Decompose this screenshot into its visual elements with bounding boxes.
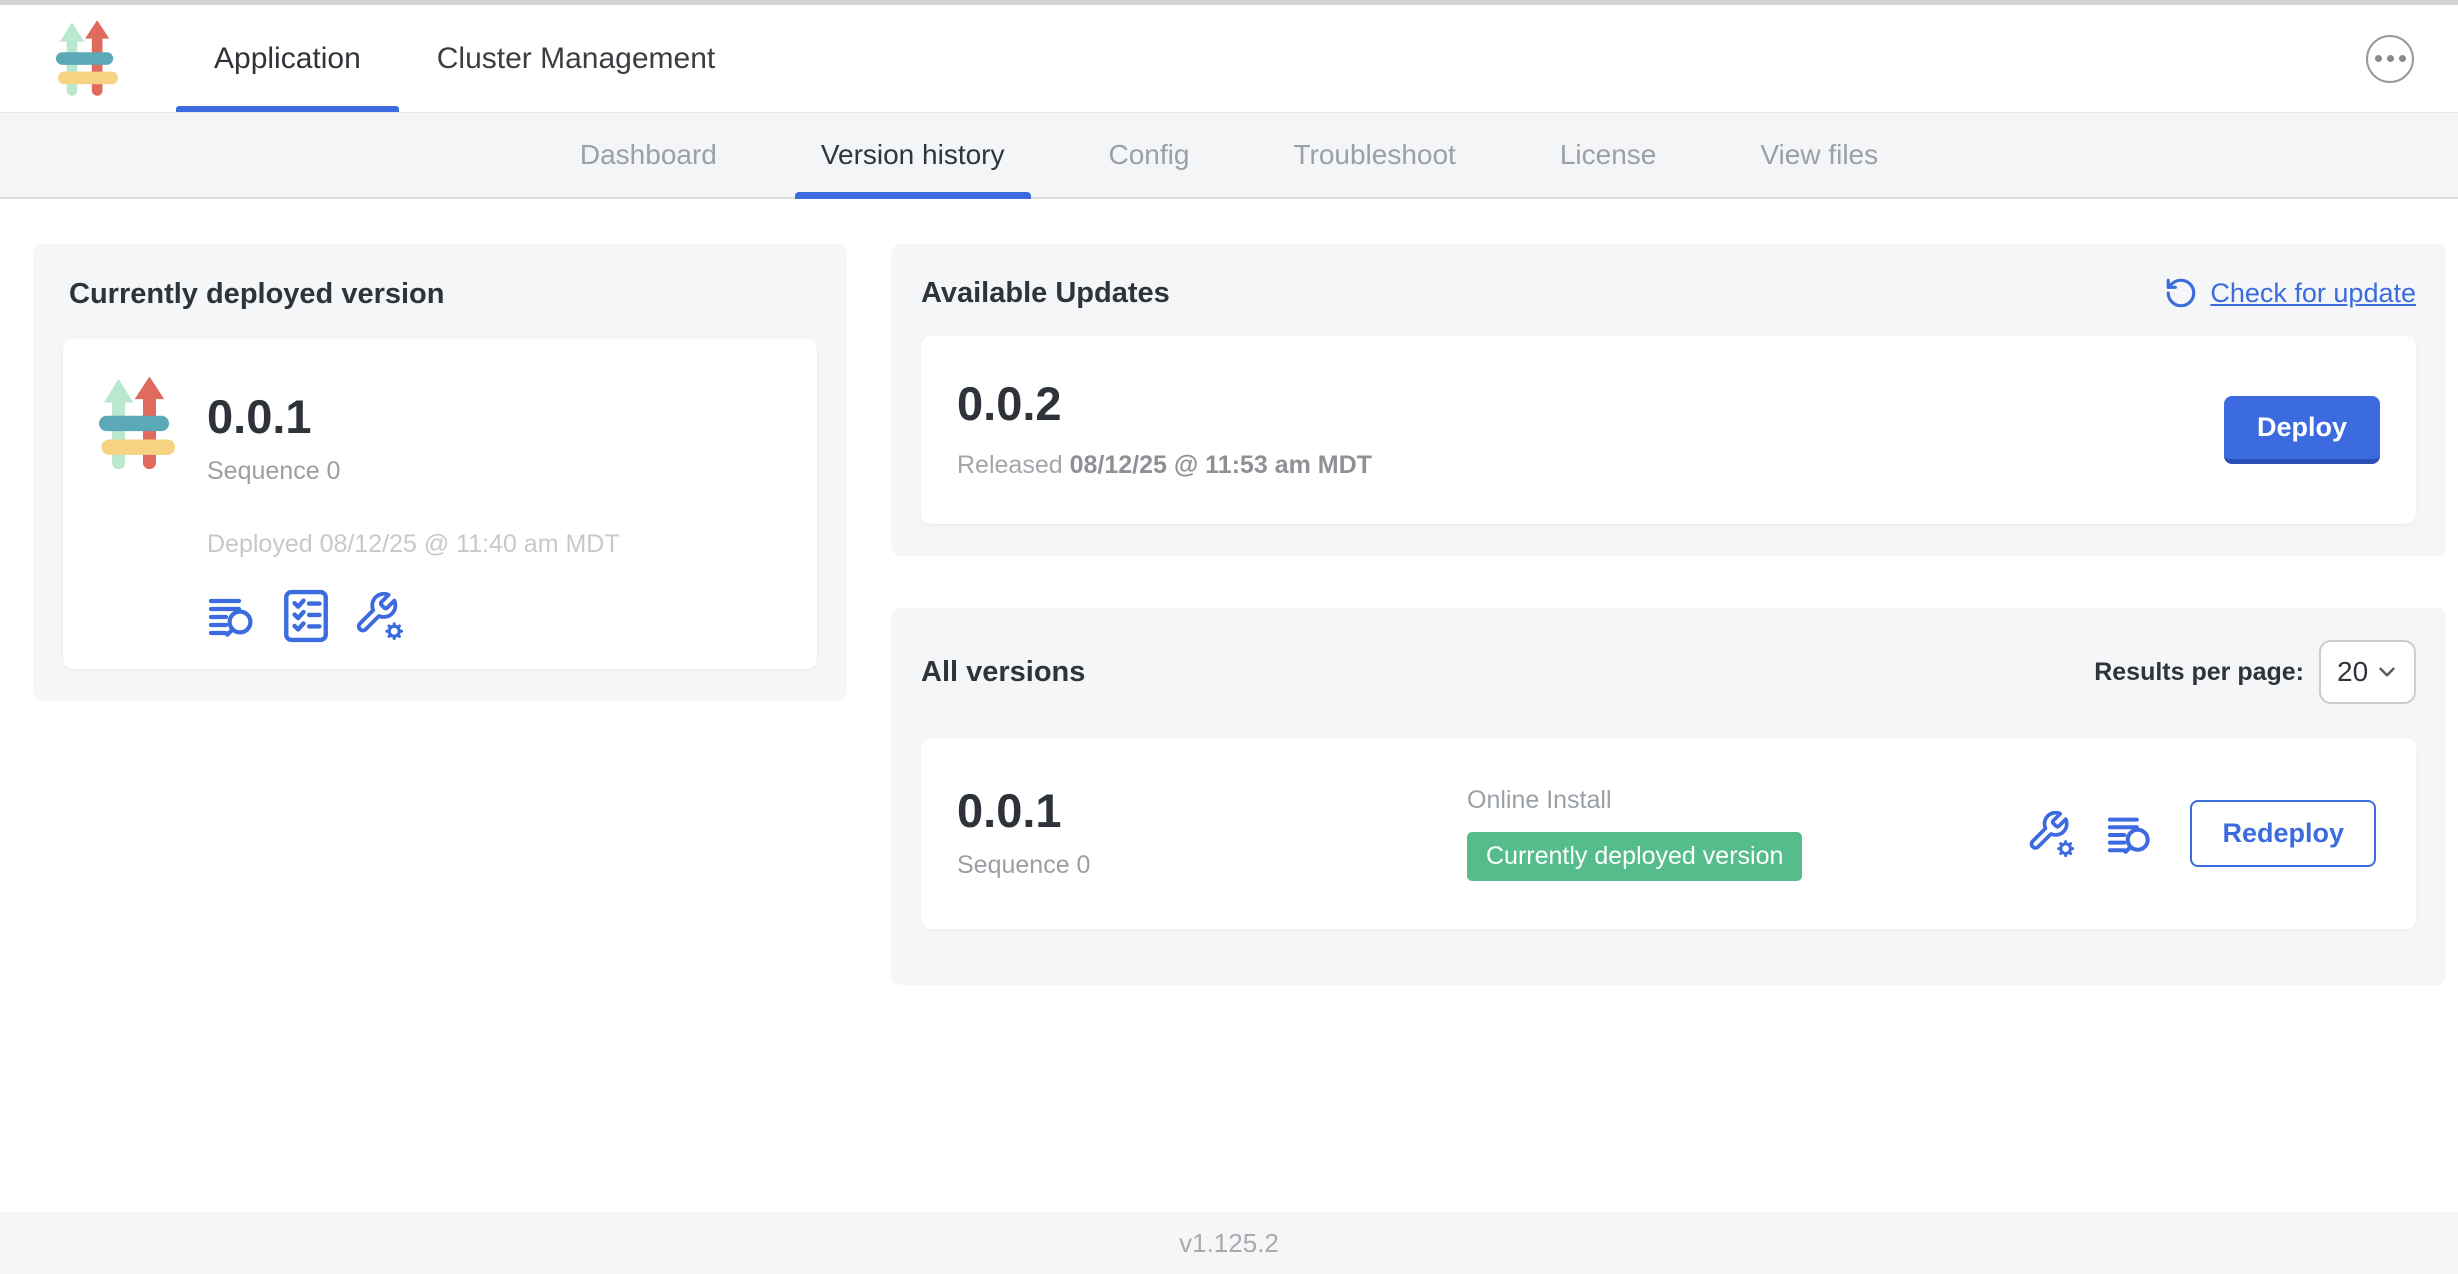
tab-cluster-management-label: Cluster Management: [437, 42, 715, 76]
ellipsis-menu-button[interactable]: [2366, 35, 2414, 83]
subnav-tab-version-history[interactable]: Version history: [769, 113, 1057, 197]
main-content: Currently deployed version 0.0.1: [0, 199, 2458, 1212]
ellipsis-icon: [2375, 55, 2382, 62]
deployed-sequence: Sequence 0: [207, 457, 620, 486]
config-wrench-gear-icon[interactable]: [353, 590, 405, 642]
release-notes-icon[interactable]: [2106, 811, 2156, 857]
subnav-tab-license[interactable]: License: [1508, 113, 1709, 197]
redeploy-button[interactable]: Redeploy: [2190, 800, 2376, 867]
available-updates-title: Available Updates: [921, 277, 1170, 310]
app-logo: [56, 5, 118, 112]
version-row: 0.0.1 Sequence 0 Online Install Currentl…: [921, 738, 2416, 929]
preflight-checks-icon[interactable]: [281, 589, 331, 643]
release-notes-icon[interactable]: [207, 592, 259, 640]
available-update-card: 0.0.2 Released 08/12/25 @ 11:53 am MDT D…: [921, 336, 2416, 524]
deployed-timestamp: Deployed 08/12/25 @ 11:40 am MDT: [207, 530, 620, 559]
currently-deployed-badge: Currently deployed version: [1467, 832, 1802, 881]
subnav-tab-view-files[interactable]: View files: [1708, 113, 1930, 197]
deployed-version-card: 0.0.1 Sequence 0 Deployed 08/12/25 @ 11:…: [63, 339, 817, 669]
primary-nav: Application Cluster Management: [176, 5, 753, 112]
subnav-tab-troubleshoot[interactable]: Troubleshoot: [1241, 113, 1507, 197]
currently-deployed-panel: Currently deployed version 0.0.1: [33, 244, 847, 701]
update-version-number: 0.0.2: [957, 380, 1372, 427]
subnav-tab-config[interactable]: Config: [1057, 113, 1242, 197]
tab-cluster-management[interactable]: Cluster Management: [399, 5, 753, 112]
tab-application[interactable]: Application: [176, 5, 399, 112]
currently-deployed-title: Currently deployed version: [69, 278, 817, 311]
chevron-down-icon: [2374, 659, 2400, 685]
results-per-page-select[interactable]: 20: [2319, 640, 2416, 704]
app-header: Application Cluster Management: [0, 5, 2458, 113]
app-footer: v1.125.2: [0, 1212, 2458, 1274]
all-versions-title: All versions: [921, 656, 1085, 689]
console-version: v1.125.2: [1179, 1228, 1279, 1259]
results-per-page-label: Results per page:: [2094, 658, 2304, 687]
row-version-number: 0.0.1: [957, 787, 1467, 834]
row-sequence: Sequence 0: [957, 851, 1467, 880]
subnav-tab-dashboard[interactable]: Dashboard: [528, 113, 769, 197]
available-updates-panel: Available Updates Check for update 0.0.2…: [891, 244, 2446, 556]
app-subnav: Dashboard Version history Config Trouble…: [0, 113, 2458, 199]
check-for-update-link[interactable]: Check for update: [2164, 276, 2416, 310]
refresh-icon: [2164, 276, 2198, 310]
row-install-type: Online Install: [1467, 786, 2026, 815]
config-wrench-gear-icon[interactable]: [2026, 809, 2076, 859]
deployed-version-number: 0.0.1: [207, 393, 620, 440]
all-versions-panel: All versions Results per page: 20 0.0.1 …: [891, 608, 2446, 985]
tab-application-label: Application: [214, 42, 361, 76]
deploy-button[interactable]: Deploy: [2224, 396, 2380, 464]
app-logo-icon: [56, 20, 118, 98]
app-logo-icon: [99, 375, 175, 473]
update-released-timestamp: Released 08/12/25 @ 11:53 am MDT: [957, 451, 1372, 480]
